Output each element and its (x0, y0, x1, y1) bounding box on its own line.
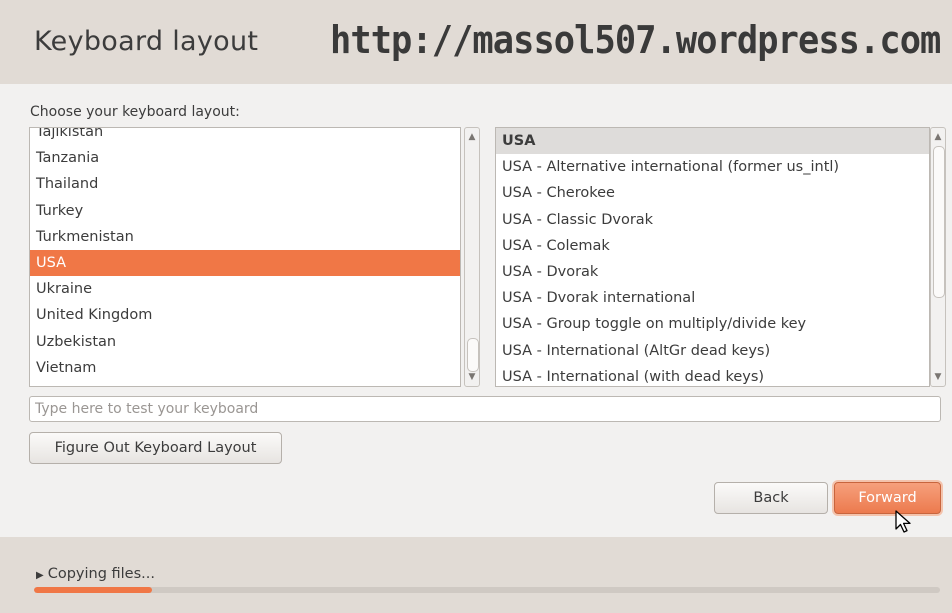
variant-list-item[interactable]: USA - Colemak (496, 233, 929, 259)
variant-list-item[interactable]: USA - Classic Dvorak (496, 207, 929, 233)
progress-bar (34, 587, 940, 593)
progress-text: Copying files... (47, 566, 155, 582)
forward-button[interactable]: Forward (834, 482, 941, 514)
layout-list-item[interactable]: Tanzania (30, 145, 460, 171)
variant-list-item[interactable]: USA - Alternative international (former … (496, 154, 929, 180)
layout-list-item[interactable]: Ukraine (30, 276, 460, 302)
expander-arrow-icon[interactable]: ▶ (36, 570, 44, 581)
layout-list-item[interactable]: Vietnam (30, 355, 460, 381)
layout-list-item[interactable]: Turkmenistan (30, 224, 460, 250)
watermark: http://massol507.wordpress.com (330, 18, 941, 62)
keyboard-test-input[interactable] (29, 396, 941, 422)
variant-list[interactable]: USA USA - Alternative international (form… (495, 127, 930, 387)
layout-list[interactable]: Tajikistan Tanzania Thailand Turkey Turkmeni… (29, 127, 461, 387)
layout-prompt-label: Choose your keyboard layout: (30, 104, 240, 120)
layout-list-item[interactable]: United Kingdom (30, 302, 460, 328)
variant-list-item[interactable]: USA - Dvorak (496, 259, 929, 285)
scroll-down-arrow-icon[interactable]: ▼ (465, 370, 479, 384)
variant-list-item[interactable]: USA - International (AltGr dead keys) (496, 338, 929, 364)
scrollbar-thumb[interactable] (933, 146, 945, 298)
variant-list-scrollbar[interactable]: ▲ ▼ (930, 127, 946, 387)
mouse-pointer-icon (895, 510, 911, 533)
layout-list-item[interactable]: Thailand (30, 171, 460, 197)
header-bar: Keyboard layout http://massol507.wordpre… (0, 0, 952, 84)
scroll-up-arrow-icon[interactable]: ▲ (465, 130, 479, 144)
layout-list-item[interactable]: Turkey (30, 198, 460, 224)
progress-label[interactable]: ▶ Copying files... (36, 566, 155, 582)
variant-list-item[interactable]: USA - International (with dead keys) (496, 364, 929, 386)
back-button[interactable]: Back (714, 482, 828, 514)
figure-out-layout-button[interactable]: Figure Out Keyboard Layout (29, 432, 282, 464)
page-title: Keyboard layout (34, 26, 259, 57)
layout-list-item[interactable]: Uzbekistan (30, 329, 460, 355)
progress-bar-fill (34, 587, 152, 593)
layout-list-item[interactable]: USA (30, 249, 460, 277)
layout-list-item[interactable]: Tajikistan (30, 128, 460, 145)
variant-list-item[interactable]: USA (496, 128, 929, 155)
scroll-up-arrow-icon[interactable]: ▲ (931, 130, 945, 144)
scrollbar-thumb[interactable] (467, 338, 479, 372)
variant-list-item[interactable]: USA - Dvorak international (496, 285, 929, 311)
variant-list-item[interactable]: USA - Cherokee (496, 180, 929, 206)
layout-list-scrollbar[interactable]: ▲ ▼ (464, 127, 480, 387)
scroll-down-arrow-icon[interactable]: ▼ (931, 370, 945, 384)
variant-list-item[interactable]: USA - Group toggle on multiply/divide ke… (496, 311, 929, 337)
